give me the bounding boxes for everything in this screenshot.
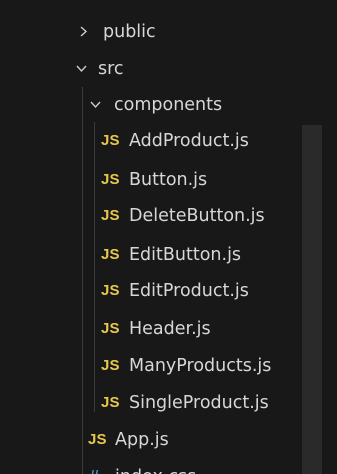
file-label: AddProduct.js [129,130,249,151]
js-file-icon: JS [101,245,120,263]
chevron-down-icon [90,99,101,110]
chevron-down-icon [76,63,87,74]
js-file-icon: JS [101,319,120,337]
file-editbutton[interactable]: JS EditButton.js [0,236,337,273]
file-label: EditButton.js [129,244,242,265]
file-label: SingleProduct.js [129,392,269,413]
file-manyproducts[interactable]: JS ManyProducts.js [0,347,337,384]
file-header[interactable]: JS Header.js [0,310,337,347]
js-file-icon: JS [101,170,120,188]
file-singleproduct[interactable]: JS SingleProduct.js [0,384,337,421]
file-index-css[interactable]: # index.css [0,458,337,474]
js-file-icon: JS [101,393,120,411]
file-label: DeleteButton.js [129,205,265,226]
folder-label: src [98,58,124,79]
folder-public[interactable]: public [0,13,337,50]
file-editproduct[interactable]: JS EditProduct.js [0,272,337,309]
file-addproduct[interactable]: JS AddProduct.js [0,122,337,159]
js-file-icon: JS [101,356,120,374]
js-file-icon: JS [88,430,107,448]
file-label: Header.js [129,318,211,339]
chevron-right-icon [78,25,89,37]
file-deletebutton[interactable]: JS DeleteButton.js [0,197,337,234]
css-file-icon: # [89,467,99,474]
folder-label: public [103,21,156,42]
file-label: ManyProducts.js [129,355,272,376]
file-label: EditProduct.js [129,280,249,301]
file-label: Button.js [129,169,208,190]
folder-src[interactable]: src [0,50,337,87]
file-explorer: public src components JS AddProduct.js J… [0,0,337,474]
js-file-icon: JS [101,131,120,149]
js-file-icon: JS [101,206,120,224]
file-label: App.js [115,429,169,450]
file-app[interactable]: JS App.js [0,421,337,458]
file-button[interactable]: JS Button.js [0,161,337,198]
js-file-icon: JS [101,281,120,299]
folder-label: components [114,94,223,115]
folder-components[interactable]: components [0,86,337,123]
file-label: index.css [115,466,196,474]
